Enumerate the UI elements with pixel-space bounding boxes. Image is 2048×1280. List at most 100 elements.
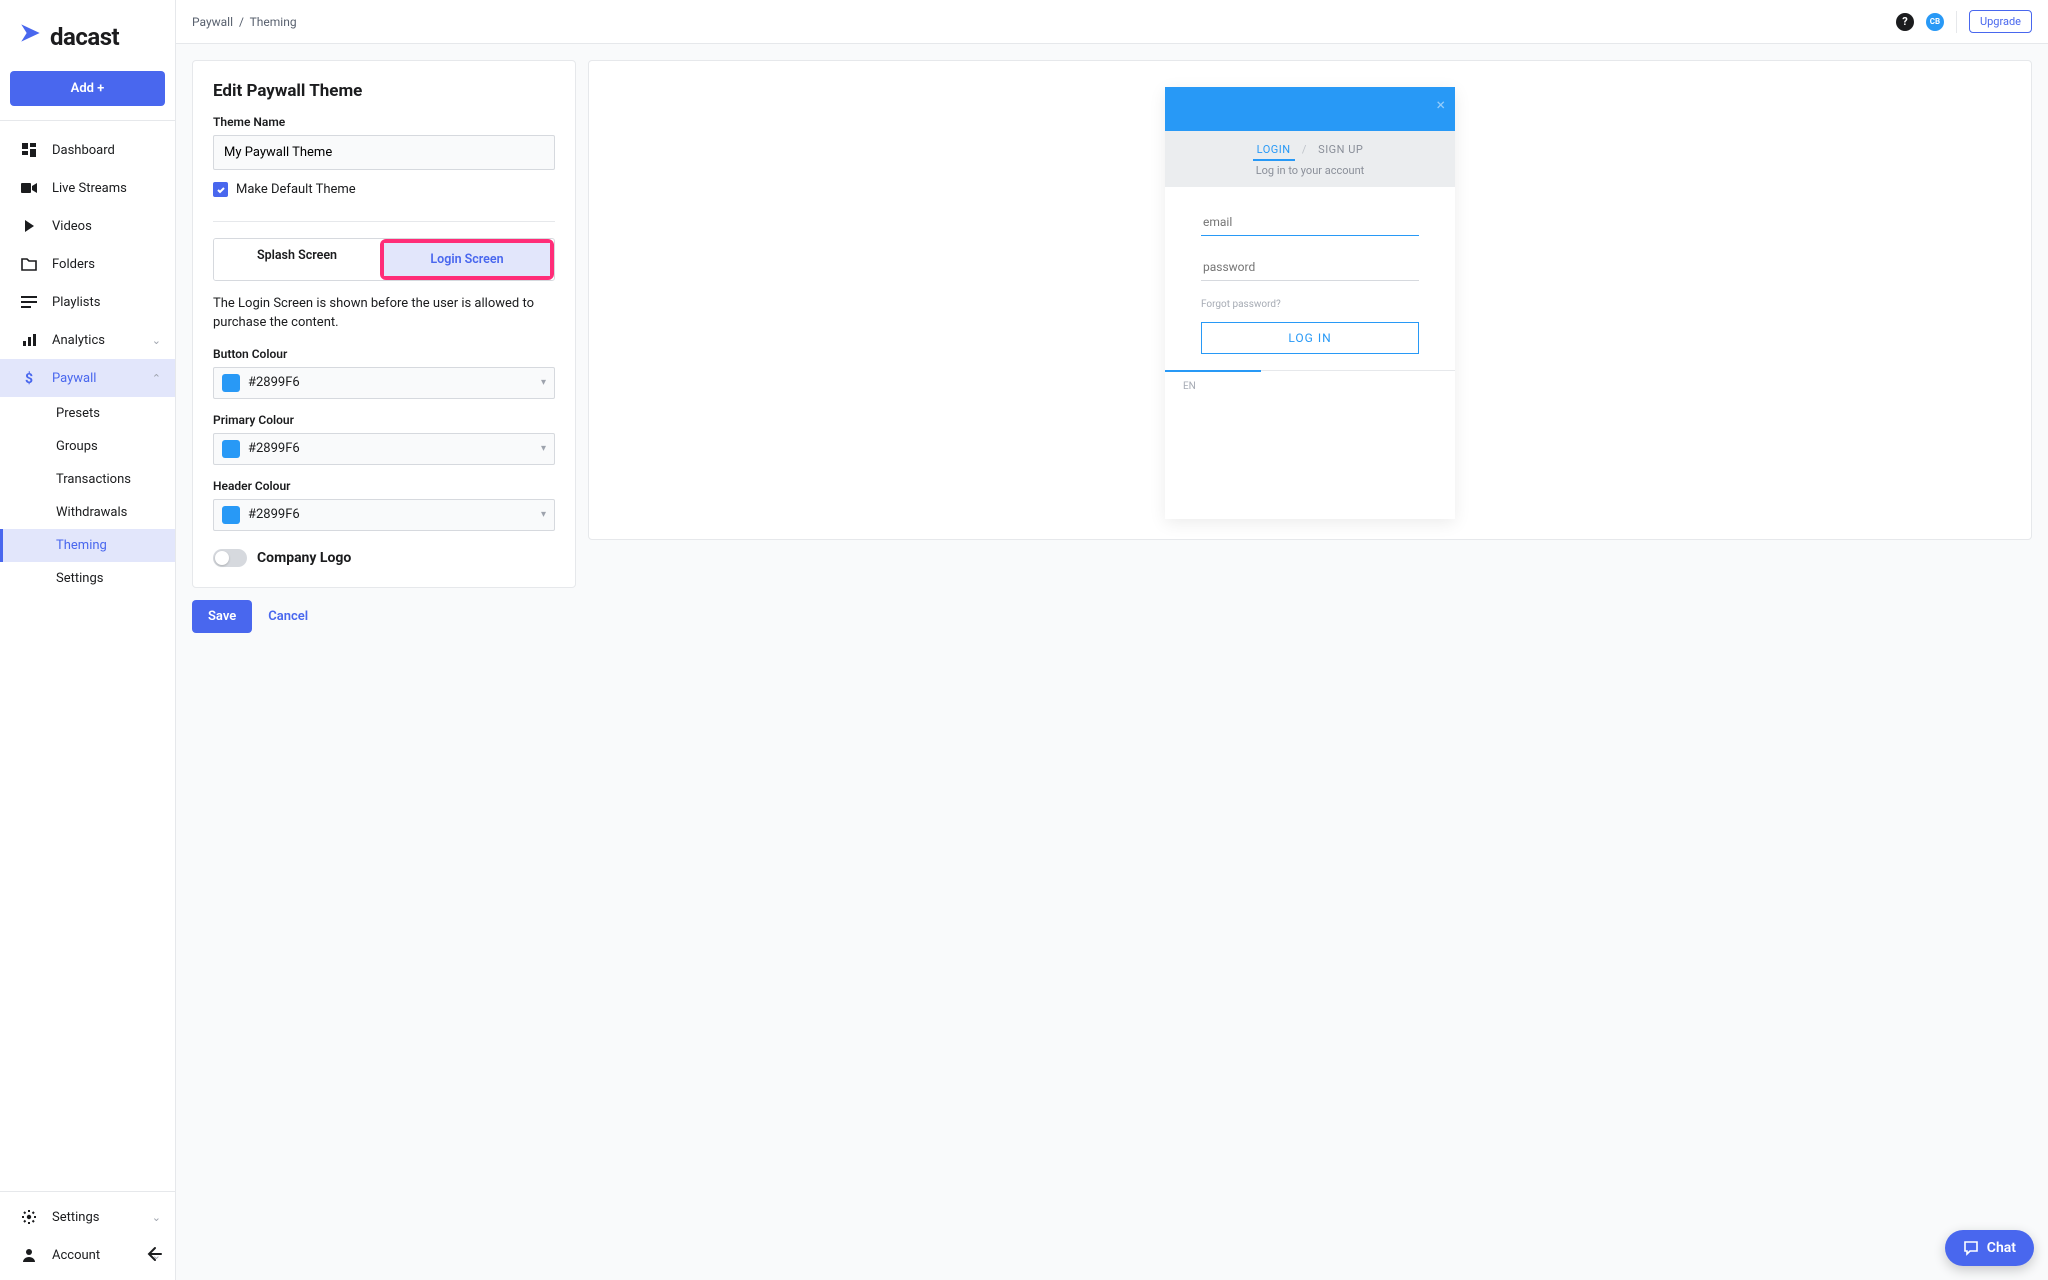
sidebar-item-videos[interactable]: Videos	[0, 207, 175, 245]
play-icon	[20, 217, 38, 235]
theme-name-label: Theme Name	[213, 115, 555, 129]
cancel-button[interactable]: Cancel	[268, 609, 308, 624]
sidebar-sub-transactions[interactable]: Transactions	[0, 463, 175, 496]
preview-login-button[interactable]: LOG IN	[1201, 322, 1419, 354]
logo-mark-icon	[18, 20, 44, 53]
colour-value: #2899F6	[248, 375, 300, 390]
preview-subtitle: Log in to your account	[1165, 164, 1455, 177]
sidebar-sub-settings[interactable]: Settings	[0, 562, 175, 595]
sidebar-item-playlists[interactable]: Playlists	[0, 283, 175, 321]
add-button[interactable]: Add +	[10, 71, 165, 106]
colour-value: #2899F6	[248, 441, 300, 456]
tab-splash-screen[interactable]: Splash Screen	[214, 239, 380, 280]
colour-swatch-icon	[222, 374, 240, 392]
chevron-down-icon: ⌄	[152, 1211, 161, 1224]
dashboard-icon	[20, 141, 38, 159]
sidebar-item-label: Account	[52, 1248, 100, 1263]
company-logo-label: Company Logo	[257, 550, 351, 566]
tab-separator: /	[1302, 143, 1307, 156]
colour-swatch-icon	[222, 506, 240, 524]
sidebar-item-live-streams[interactable]: Live Streams	[0, 169, 175, 207]
sidebar-sub-groups[interactable]: Groups	[0, 430, 175, 463]
divider	[213, 221, 555, 222]
edit-theme-panel: Edit Paywall Theme Theme Name Make Defau…	[192, 60, 576, 588]
preview-panel: × LOGIN / SIGN UP Log in to your account…	[588, 60, 2032, 540]
logo[interactable]: dacast	[0, 0, 175, 71]
sidebar-item-analytics[interactable]: Analytics ⌄	[0, 321, 175, 359]
panel-title: Edit Paywall Theme	[213, 81, 555, 101]
camera-icon	[20, 179, 38, 197]
sidebar-item-label: Live Streams	[52, 181, 127, 196]
help-icon[interactable]: ?	[1896, 13, 1914, 31]
close-icon[interactable]: ×	[1436, 95, 1445, 114]
sidebar: dacast Add + Dashboard Live Streams Vide…	[0, 0, 176, 1280]
sidebar-item-label: Playlists	[52, 295, 100, 310]
preview-footer: EN	[1165, 370, 1455, 402]
sidebar-item-folders[interactable]: Folders	[0, 245, 175, 283]
sidebar-item-settings[interactable]: Settings ⌄	[0, 1198, 175, 1236]
preview-tab-login[interactable]: LOGIN	[1253, 143, 1295, 161]
form-actions: Save Cancel	[192, 600, 576, 633]
chat-label: Chat	[1987, 1240, 2016, 1256]
sidebar-sub-presets[interactable]: Presets	[0, 397, 175, 430]
preview-email-input[interactable]	[1201, 209, 1419, 236]
make-default-label: Make Default Theme	[236, 182, 356, 197]
sidebar-item-label: Dashboard	[52, 143, 115, 158]
chevron-down-icon: ▾	[541, 377, 546, 388]
sidebar-item-label: Folders	[52, 257, 95, 272]
chat-widget-button[interactable]: Chat	[1945, 1230, 2034, 1266]
screen-tabs: Splash Screen Login Screen	[213, 238, 555, 281]
sidebar-item-paywall[interactable]: $ Paywall ⌃	[0, 359, 175, 397]
preview-password-input[interactable]	[1201, 254, 1419, 281]
chat-icon	[1963, 1240, 1979, 1256]
save-button[interactable]: Save	[192, 600, 252, 633]
sidebar-item-label: Settings	[52, 1210, 99, 1225]
colour-swatch-icon	[222, 440, 240, 458]
gear-icon	[20, 1208, 38, 1226]
sidebar-nav: Dashboard Live Streams Videos Folders Pl…	[0, 121, 175, 1191]
primary-colour-label: Primary Colour	[213, 413, 555, 427]
chevron-down-icon: ▾	[541, 443, 546, 454]
colour-value: #2899F6	[248, 507, 300, 522]
tab-login-screen[interactable]: Login Screen	[384, 243, 550, 276]
chevron-up-icon: ⌃	[152, 372, 161, 385]
person-icon	[20, 1246, 38, 1264]
folder-icon	[20, 255, 38, 273]
topbar: Paywall / Theming ? CB Upgrade	[176, 0, 2048, 44]
breadcrumb-theming: Theming	[250, 15, 297, 29]
button-colour-label: Button Colour	[213, 347, 555, 361]
paywall-preview-card: × LOGIN / SIGN UP Log in to your account…	[1165, 87, 1455, 519]
make-default-checkbox-row[interactable]: Make Default Theme	[213, 182, 555, 197]
avatar[interactable]: CB	[1926, 13, 1944, 31]
preview-auth-tabs: LOGIN / SIGN UP Log in to your account	[1165, 131, 1455, 187]
chevron-down-icon: ▾	[541, 509, 546, 520]
checkbox-checked-icon[interactable]	[213, 182, 228, 197]
header-colour-label: Header Colour	[213, 479, 555, 493]
playlist-icon	[20, 293, 38, 311]
theme-name-input[interactable]	[213, 135, 555, 170]
logo-text: dacast	[50, 23, 119, 51]
header-colour-select[interactable]: #2899F6 ▾	[213, 499, 555, 531]
company-logo-toggle[interactable]	[213, 549, 247, 567]
sidebar-sub-theming[interactable]: Theming	[0, 529, 175, 562]
button-colour-select[interactable]: #2899F6 ▾	[213, 367, 555, 399]
analytics-icon	[20, 331, 38, 349]
preview-tab-signup[interactable]: SIGN UP	[1314, 143, 1367, 156]
collapse-sidebar-button[interactable]	[143, 1244, 163, 1268]
sidebar-item-label: Paywall	[52, 371, 96, 386]
primary-colour-select[interactable]: #2899F6 ▾	[213, 433, 555, 465]
login-screen-description: The Login Screen is shown before the use…	[213, 295, 555, 333]
sidebar-item-label: Analytics	[52, 333, 105, 348]
preview-language[interactable]: EN	[1183, 381, 1196, 392]
sidebar-item-label: Videos	[52, 219, 92, 234]
chevron-down-icon: ⌄	[152, 334, 161, 347]
sidebar-item-dashboard[interactable]: Dashboard	[0, 131, 175, 169]
sidebar-sub-withdrawals[interactable]: Withdrawals	[0, 496, 175, 529]
preview-forgot-password[interactable]: Forgot password?	[1201, 299, 1419, 310]
svg-text:$: $	[25, 371, 33, 385]
divider	[1956, 11, 1957, 33]
upgrade-button[interactable]: Upgrade	[1969, 10, 2032, 33]
main: Edit Paywall Theme Theme Name Make Defau…	[176, 44, 2048, 1280]
preview-header: ×	[1165, 87, 1455, 131]
breadcrumb-paywall[interactable]: Paywall	[192, 15, 233, 29]
